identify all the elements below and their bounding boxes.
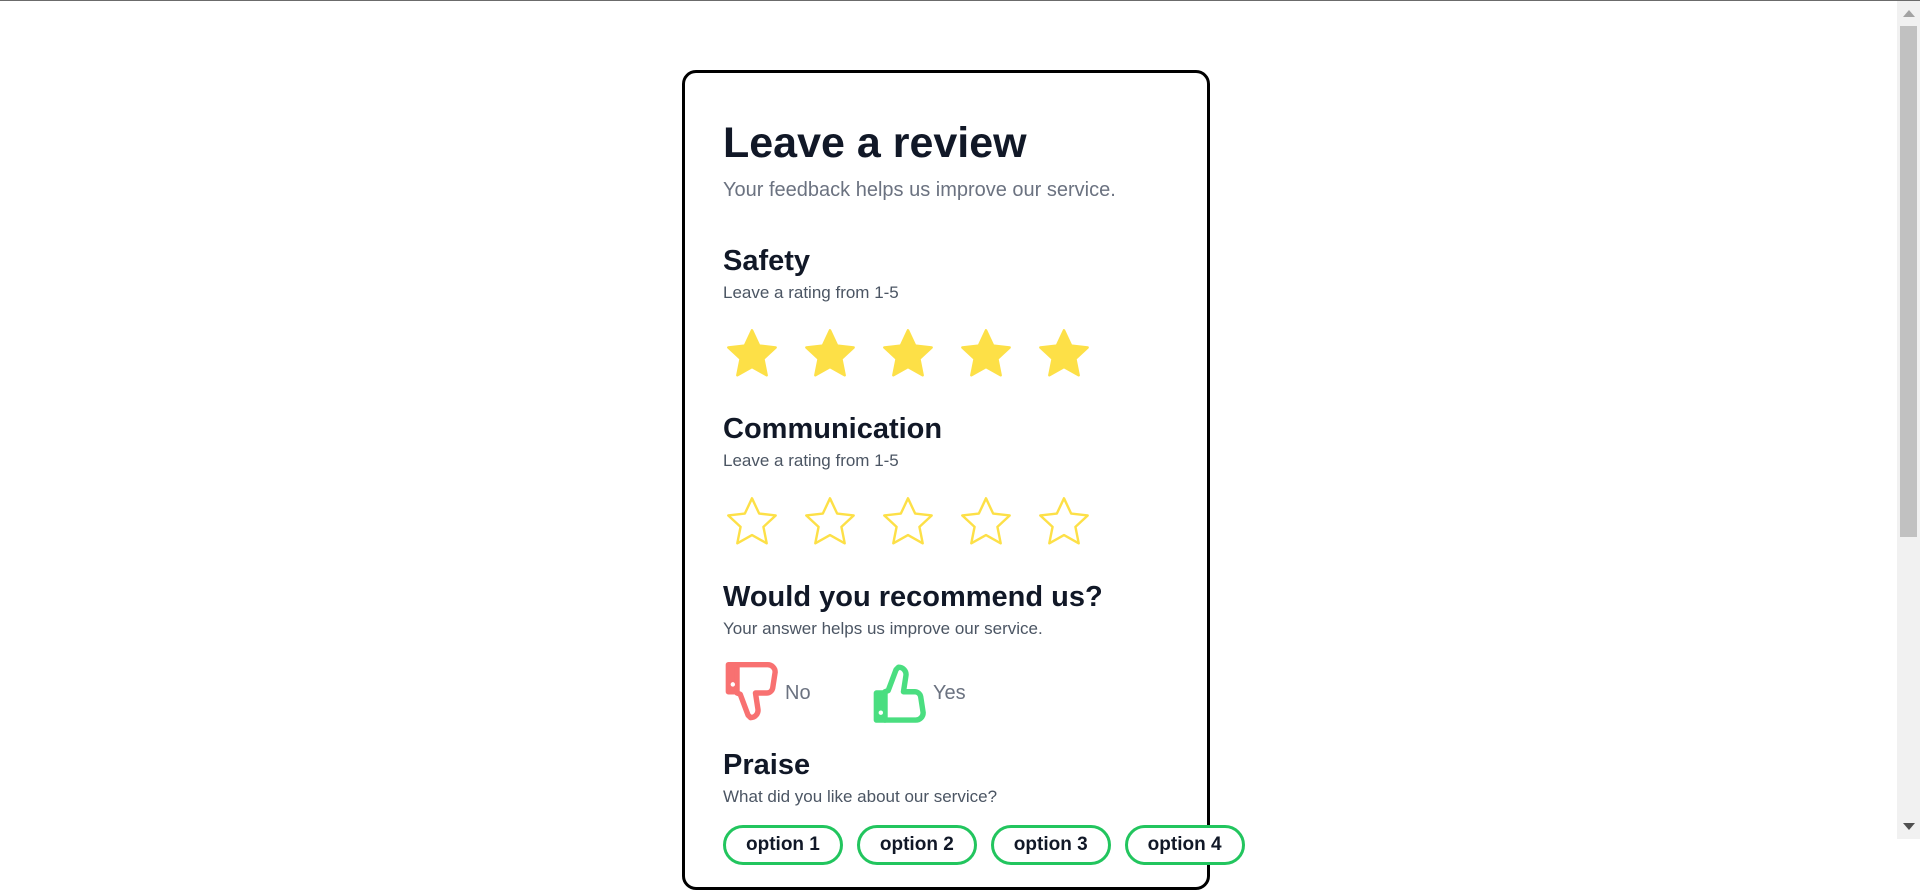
safety-hint: Leave a rating from 1-5 [723, 283, 899, 302]
praise-options: option 1 option 2 option 3 option 4 [723, 825, 1259, 865]
praise-option-3[interactable]: option 3 [990, 825, 1111, 865]
praise-option-1[interactable]: option 1 [723, 825, 843, 865]
praise-title: Praise [723, 749, 811, 781]
window-top-border [0, 0, 1920, 1]
communication-star-3[interactable] [879, 493, 937, 551]
communication-star-1[interactable] [723, 493, 781, 551]
page-subtitle: Your feedback helps us improve our servi… [723, 179, 1116, 201]
scroll-down-arrow-icon[interactable] [1903, 823, 1915, 830]
star-icon [883, 329, 933, 377]
communication-star-5[interactable] [1035, 493, 1093, 551]
page-title: Leave a review [723, 119, 1027, 167]
star-icon [961, 329, 1011, 377]
star-icon [727, 329, 777, 377]
safety-star-5[interactable] [1035, 325, 1093, 383]
communication-rating [723, 493, 1113, 551]
recommend-title: Would you recommend us? [723, 581, 1103, 613]
safety-star-4[interactable] [957, 325, 1015, 383]
scroll-up-arrow-icon[interactable] [1903, 10, 1915, 17]
star-icon [805, 497, 855, 545]
recommend-yes-button[interactable]: Yes [871, 661, 966, 725]
praise-option-4[interactable]: option 4 [1124, 825, 1245, 865]
communication-star-4[interactable] [957, 493, 1015, 551]
star-icon [961, 497, 1011, 545]
recommend-no-button[interactable]: No [723, 661, 811, 725]
safety-rating [723, 325, 1113, 383]
communication-hint: Leave a rating from 1-5 [723, 451, 899, 470]
recommend-yes-label: Yes [933, 681, 966, 704]
thumbs-down-icon [723, 661, 783, 725]
praise-option-2[interactable]: option 2 [856, 825, 977, 865]
thumbs-up-icon [871, 661, 931, 725]
star-icon [805, 329, 855, 377]
star-icon [1039, 497, 1089, 545]
praise-hint: What did you like about our service? [723, 787, 998, 806]
star-icon [727, 497, 777, 545]
safety-title: Safety [723, 245, 811, 277]
recommend-no-label: No [785, 681, 811, 704]
recommend-hint: Your answer helps us improve our service… [723, 619, 1043, 638]
vertical-scrollbar[interactable] [1897, 1, 1920, 839]
communication-star-2[interactable] [801, 493, 859, 551]
safety-star-2[interactable] [801, 325, 859, 383]
communication-title: Communication [723, 413, 943, 445]
star-icon [883, 497, 933, 545]
scrollbar-thumb[interactable] [1900, 26, 1917, 537]
safety-star-1[interactable] [723, 325, 781, 383]
review-card: Leave a review Your feedback helps us im… [682, 70, 1245, 890]
safety-star-3[interactable] [879, 325, 937, 383]
star-icon [1039, 329, 1089, 377]
